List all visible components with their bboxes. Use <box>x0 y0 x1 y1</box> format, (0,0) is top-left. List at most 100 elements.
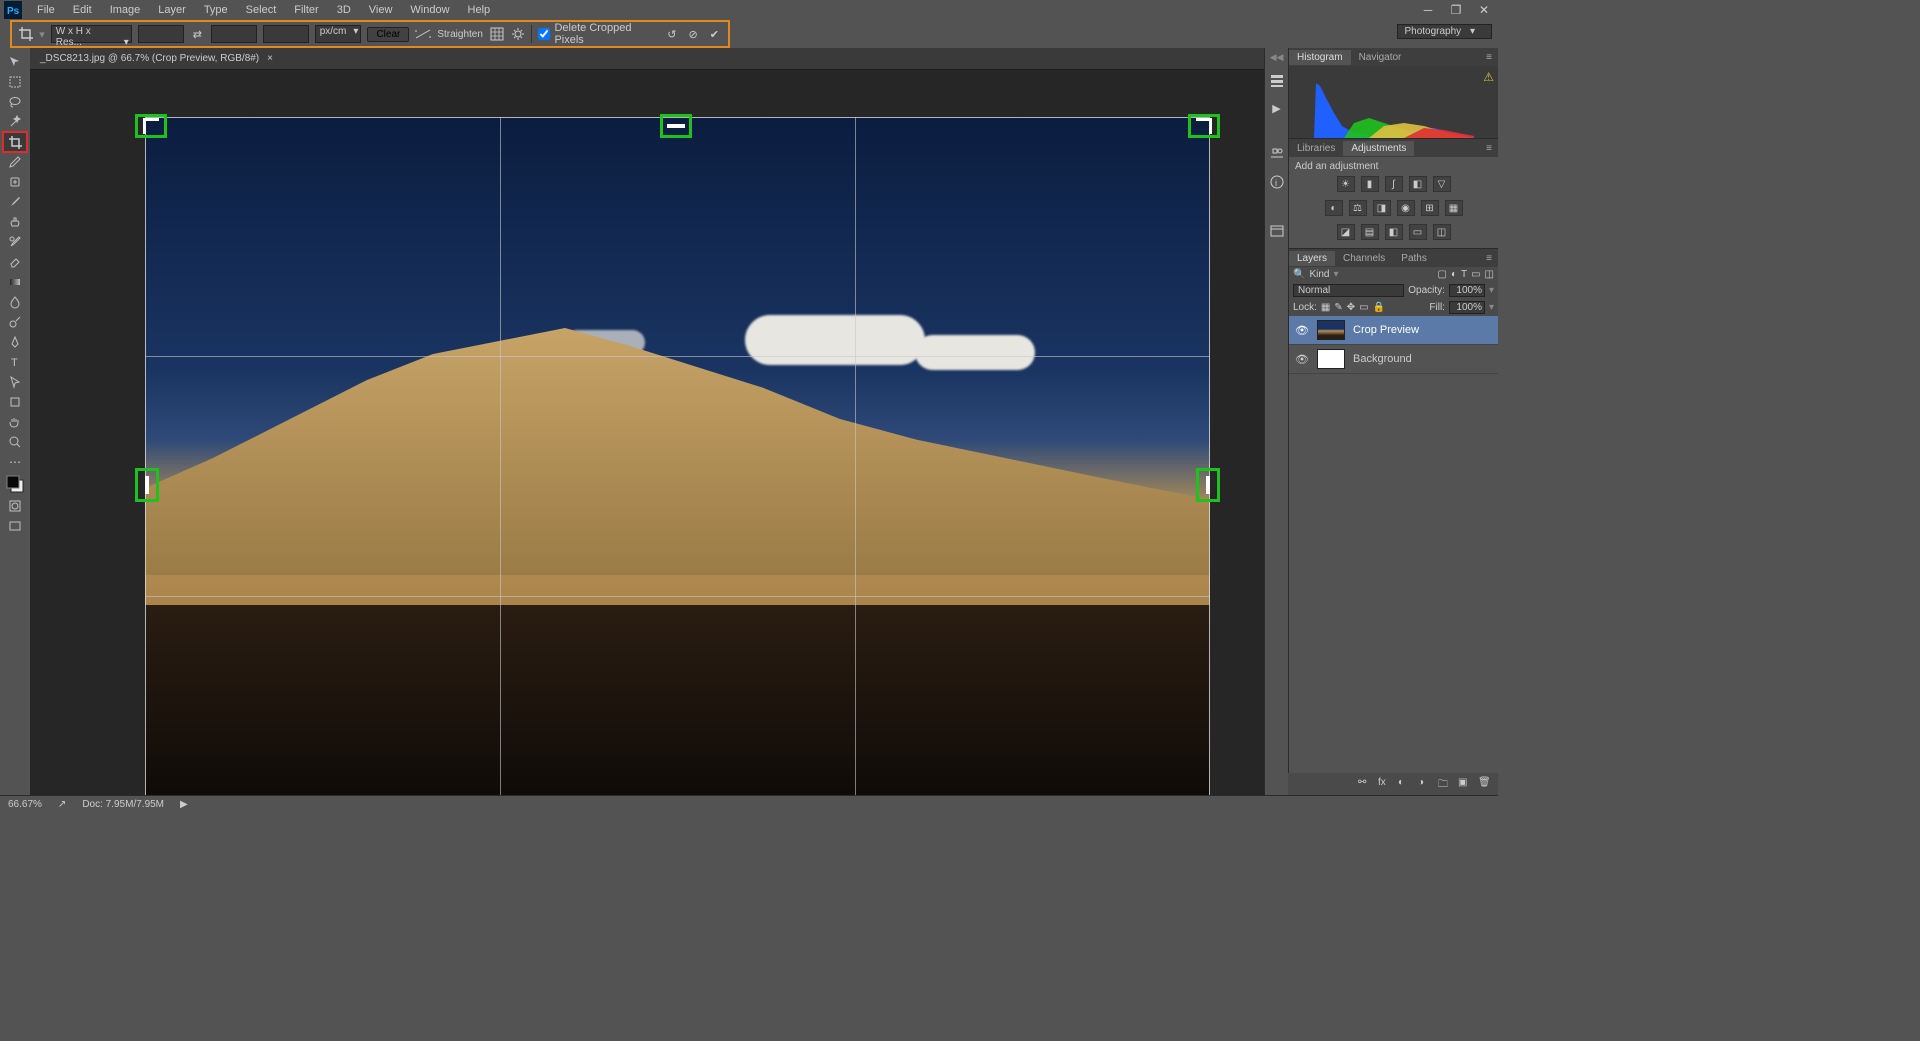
adj-posterize-icon[interactable]: ▤ <box>1361 224 1379 240</box>
marquee-tool[interactable] <box>3 72 27 92</box>
adj-gradientmap-icon[interactable]: ▭ <box>1409 224 1427 240</box>
menu-help[interactable]: Help <box>459 1 500 19</box>
menu-layer[interactable]: Layer <box>149 1 195 19</box>
eyedropper-tool[interactable] <box>3 152 27 172</box>
layer-row-crop-preview[interactable]: 👁 Crop Preview <box>1289 316 1498 345</box>
menu-window[interactable]: Window <box>401 1 458 19</box>
lock-transparency-icon[interactable]: ▦ <box>1321 302 1330 313</box>
layer-row-background[interactable]: 👁 Background <box>1289 345 1498 374</box>
adj-bw-icon[interactable]: ◨ <box>1373 200 1391 216</box>
tab-libraries[interactable]: Libraries <box>1289 141 1343 156</box>
crop-height-input[interactable] <box>211 25 257 43</box>
shape-tool[interactable] <box>3 392 27 412</box>
move-tool[interactable] <box>3 52 27 72</box>
adj-colorlookup-icon[interactable]: ▦ <box>1445 200 1463 216</box>
menu-edit[interactable]: Edit <box>64 1 101 19</box>
layer-fx-icon[interactable]: fx <box>1378 777 1392 791</box>
histogram-warning-icon[interactable]: ⚠ <box>1483 70 1494 84</box>
document-tab[interactable]: _DSC8213.jpg @ 66.7% (Crop Preview, RGB/… <box>30 48 1264 70</box>
lock-artboard-icon[interactable]: ▭ <box>1359 302 1368 313</box>
zoom-tool[interactable] <box>3 432 27 452</box>
menu-type[interactable]: Type <box>195 1 237 19</box>
workspace-switcher[interactable]: Photography ▾ <box>1397 24 1492 39</box>
adj-brightness-icon[interactable]: ☀ <box>1337 176 1355 192</box>
commit-crop-icon[interactable]: ✔ <box>707 26 722 42</box>
tab-adjustments[interactable]: Adjustments <box>1343 141 1414 156</box>
fill-input[interactable]: 100% <box>1449 301 1485 314</box>
rail-info-icon[interactable]: i <box>1269 174 1285 193</box>
tab-paths[interactable]: Paths <box>1393 251 1435 266</box>
rail-properties-icon[interactable] <box>1269 145 1285 164</box>
dodge-tool[interactable] <box>3 312 27 332</box>
crop-tool[interactable] <box>3 132 27 152</box>
layer-filter-kind[interactable]: Kind <box>1309 269 1329 280</box>
new-layer-icon[interactable]: ▣ <box>1458 777 1472 791</box>
layer-name[interactable]: Background <box>1353 353 1412 365</box>
tab-navigator[interactable]: Navigator <box>1351 50 1410 65</box>
restore-button[interactable]: ❐ <box>1446 3 1466 17</box>
layer-visibility-icon[interactable]: 👁 <box>1295 324 1309 337</box>
menu-image[interactable]: Image <box>101 1 150 19</box>
adj-vibrance-icon[interactable]: ▽ <box>1433 176 1451 192</box>
link-layers-icon[interactable]: ⚯ <box>1358 777 1372 791</box>
crop-resolution-input[interactable] <box>263 25 309 43</box>
new-group-icon[interactable]: 🗀 <box>1438 777 1452 791</box>
document-size[interactable]: Doc: 7.95M/7.95M <box>82 799 164 810</box>
type-tool[interactable]: T <box>3 352 27 372</box>
tab-channels[interactable]: Channels <box>1335 251 1393 266</box>
crop-handle-top-left[interactable] <box>135 114 167 138</box>
layer-filter-type-icon[interactable]: T <box>1461 269 1467 280</box>
cancel-crop-icon[interactable]: ⊘ <box>685 26 700 42</box>
adj-channelmixer-icon[interactable]: ⊞ <box>1421 200 1439 216</box>
layer-mask-icon[interactable]: ◐ <box>1398 777 1412 791</box>
crop-handle-right[interactable] <box>1196 468 1220 502</box>
adj-photofilter-icon[interactable]: ◉ <box>1397 200 1415 216</box>
magic-wand-tool[interactable] <box>3 112 27 132</box>
menu-view[interactable]: View <box>360 1 402 19</box>
lasso-tool[interactable] <box>3 92 27 112</box>
reset-crop-icon[interactable]: ↺ <box>664 26 679 42</box>
adj-invert-icon[interactable]: ◪ <box>1337 224 1355 240</box>
menu-3d[interactable]: 3D <box>328 1 360 19</box>
history-brush-tool[interactable] <box>3 232 27 252</box>
rail-collapse-icon[interactable]: ◀◀ <box>1270 52 1284 63</box>
hand-tool[interactable] <box>3 412 27 432</box>
menu-select[interactable]: Select <box>237 1 286 19</box>
crop-handle-left[interactable] <box>135 468 159 502</box>
layer-filter-pixel-icon[interactable]: ▢ <box>1437 269 1446 280</box>
screen-mode-icon[interactable] <box>3 516 27 536</box>
layer-filter-shape-icon[interactable]: ▭ <box>1471 269 1480 280</box>
adj-curves-icon[interactable]: ∫ <box>1385 176 1403 192</box>
blend-mode-select[interactable]: Normal <box>1293 284 1404 297</box>
adj-threshold-icon[interactable]: ◧ <box>1385 224 1403 240</box>
adj-selectivecolor-icon[interactable]: ◫ <box>1433 224 1451 240</box>
quick-mask-icon[interactable] <box>3 496 27 516</box>
crop-handle-top-right[interactable] <box>1188 114 1220 138</box>
crop-tool-icon[interactable] <box>18 26 33 42</box>
crop-handle-top[interactable] <box>660 114 692 138</box>
adjustments-panel-menu-icon[interactable]: ≡ <box>1480 143 1498 154</box>
healing-brush-tool[interactable] <box>3 172 27 192</box>
crop-preset-select[interactable]: W x H x Res... ▾ <box>51 25 132 43</box>
layer-thumbnail[interactable] <box>1317 349 1345 369</box>
color-swatch[interactable] <box>3 472 27 496</box>
blur-tool[interactable] <box>3 292 27 312</box>
crop-settings-gear-icon[interactable] <box>510 26 525 42</box>
lock-pixels-icon[interactable]: ✎ <box>1334 302 1342 313</box>
status-arrow-icon[interactable]: ▶ <box>180 799 188 810</box>
adj-colorbalance-icon[interactable]: ⚖ <box>1349 200 1367 216</box>
rail-libraries-icon[interactable] <box>1269 223 1285 242</box>
delete-layer-icon[interactable]: 🗑 <box>1478 777 1492 791</box>
layer-filter-adj-icon[interactable]: ◐ <box>1451 269 1457 280</box>
canvas-image[interactable] <box>145 117 1210 795</box>
menu-file[interactable]: File <box>28 1 64 19</box>
rail-history-icon[interactable] <box>1269 73 1285 92</box>
tab-histogram[interactable]: Histogram <box>1289 50 1351 65</box>
clone-stamp-tool[interactable] <box>3 212 27 232</box>
menu-filter[interactable]: Filter <box>285 1 327 19</box>
crop-width-input[interactable] <box>138 25 184 43</box>
adj-exposure-icon[interactable]: ◧ <box>1409 176 1427 192</box>
opacity-input[interactable]: 100% <box>1449 284 1485 297</box>
zoom-level[interactable]: 66.67% <box>8 799 42 810</box>
layer-filter-smart-icon[interactable]: ◫ <box>1485 269 1494 280</box>
